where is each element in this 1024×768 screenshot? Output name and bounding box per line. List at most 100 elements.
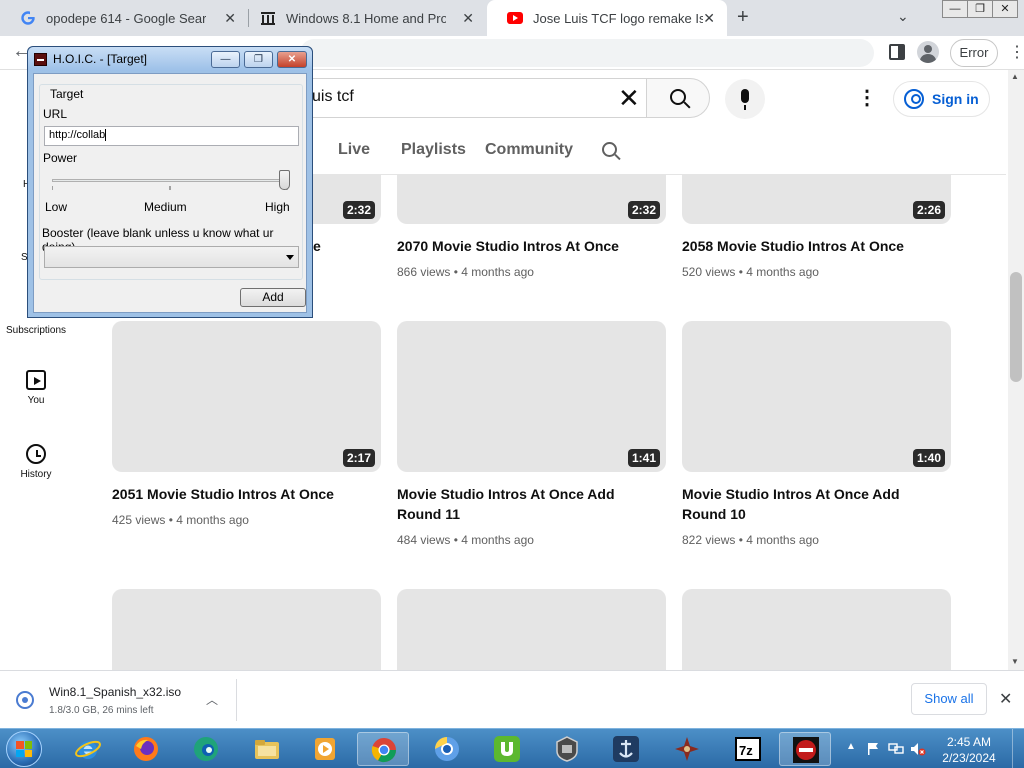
hoic-maximize-button[interactable]: ❐ xyxy=(244,51,273,68)
taskbar-app-game[interactable] xyxy=(661,732,713,766)
ie-icon xyxy=(74,735,102,763)
show-desktop-button[interactable] xyxy=(1012,729,1024,768)
tab-title: Windows 8.1 Home and Pro (x86 xyxy=(286,10,446,26)
taskbar: 7z ▲ 2:45 AM 2/23/2024 xyxy=(0,728,1024,768)
video-thumbnail[interactable]: 2:17 xyxy=(112,321,381,472)
video-thumbnail[interactable] xyxy=(397,589,666,670)
chrome-icon xyxy=(370,736,398,764)
power-high-label: High xyxy=(265,200,290,214)
taskbar-app-edge[interactable] xyxy=(180,732,232,766)
video-thumbnail[interactable] xyxy=(682,589,951,670)
taskbar-app-ie[interactable] xyxy=(62,732,114,766)
booster-dropdown[interactable] xyxy=(44,246,299,268)
video-title[interactable]: 2058 Movie Studio Intros At Once xyxy=(682,236,932,256)
divider xyxy=(236,679,237,721)
video-title[interactable]: Movie Studio Intros At Once Add Round 10 xyxy=(682,484,932,524)
scroll-up-arrow-icon[interactable]: ▲ xyxy=(1011,72,1019,81)
taskbar-app-firefox[interactable] xyxy=(120,732,172,766)
channel-search-icon[interactable] xyxy=(602,142,617,157)
windows-logo-icon xyxy=(16,741,32,757)
video-title[interactable]: Movie Studio Intros At Once Add Round 11 xyxy=(397,484,647,524)
power-slider-track[interactable] xyxy=(52,179,288,182)
url-value: http://collab xyxy=(49,129,106,141)
show-hidden-icons-icon[interactable]: ▲ xyxy=(846,741,856,752)
address-bar[interactable] xyxy=(300,39,874,67)
add-button[interactable]: Add xyxy=(240,288,306,307)
taskbar-app-chromium[interactable] xyxy=(421,732,473,766)
close-tab-icon[interactable]: ✕ xyxy=(462,10,474,27)
video-thumbnail[interactable]: 2:32 xyxy=(397,175,666,224)
action-center-flag-icon[interactable] xyxy=(866,742,880,756)
guide-item-you[interactable]: You xyxy=(0,370,72,406)
duration-badge: 1:41 xyxy=(627,449,660,467)
sign-in-button[interactable]: Sign in xyxy=(893,81,990,117)
chrome-menu-icon[interactable]: ⋮ xyxy=(1009,42,1024,62)
taskbar-clock[interactable]: 2:45 AM 2/23/2024 xyxy=(930,734,1008,766)
page-scrollbar[interactable]: ▲ ▼ xyxy=(1008,70,1024,670)
hoic-title-bar[interactable]: H.O.I.C. - [Target] — ❐ ✕ xyxy=(28,47,312,71)
taskbar-app-chrome[interactable] xyxy=(357,732,409,766)
taskbar-app-world-of-tanks[interactable] xyxy=(541,732,593,766)
voice-search-button[interactable] xyxy=(725,79,765,119)
taskbar-app-explorer[interactable] xyxy=(241,732,293,766)
close-window-button[interactable]: ✕ xyxy=(992,0,1018,18)
scroll-down-arrow-icon[interactable]: ▼ xyxy=(1011,657,1019,666)
guide-item-history[interactable]: History xyxy=(0,444,72,480)
side-panel-icon[interactable] xyxy=(889,44,905,60)
download-filename[interactable]: Win8.1_Spanish_x32.iso xyxy=(49,685,181,699)
video-meta: 520 views • 4 months ago xyxy=(682,265,819,279)
target-group-label: Target xyxy=(47,87,87,101)
tab-community[interactable]: Community xyxy=(485,141,573,159)
taskbar-app-world-of-warships[interactable] xyxy=(600,732,652,766)
video-thumbnail[interactable]: 1:41 xyxy=(397,321,666,472)
new-tab-icon[interactable]: + xyxy=(737,6,749,29)
clear-search-icon[interactable]: ✕ xyxy=(618,84,640,112)
tab-search-chevron-icon[interactable]: ⌄ xyxy=(897,8,909,25)
hoic-client-area: Target URL http://collab Power Low Mediu… xyxy=(33,73,307,313)
video-title[interactable]: e xyxy=(313,238,321,254)
guide-label: You xyxy=(27,395,45,406)
close-tab-icon[interactable]: ✕ xyxy=(224,10,236,27)
volume-muted-icon[interactable] xyxy=(910,742,926,756)
show-all-button[interactable]: Show all xyxy=(911,683,987,715)
tab-live[interactable]: Live xyxy=(338,141,370,159)
video-title[interactable]: 2051 Movie Studio Intros At Once xyxy=(112,484,362,504)
taskbar-app-hoic[interactable] xyxy=(779,732,831,766)
hoic-close-button[interactable]: ✕ xyxy=(277,51,307,68)
video-title[interactable]: 2070 Movie Studio Intros At Once xyxy=(397,236,647,256)
tab-windows-archive[interactable]: Windows 8.1 Home and Pro (x86 ✕ xyxy=(240,0,486,36)
video-thumbnail[interactable]: 1:40 xyxy=(682,321,951,472)
profile-avatar-icon[interactable] xyxy=(917,41,939,63)
network-icon[interactable] xyxy=(888,742,904,756)
microphone-icon xyxy=(741,89,749,110)
video-thumbnail[interactable]: 2:26 xyxy=(682,175,951,224)
power-slider-ticks xyxy=(52,186,288,190)
world-of-warships-icon xyxy=(612,735,640,763)
taskbar-app-7zip[interactable]: 7z xyxy=(722,732,774,766)
hoic-minimize-button[interactable]: — xyxy=(211,51,240,68)
guide-item-subscriptions[interactable]: Subscriptions xyxy=(0,325,72,336)
url-input[interactable]: http://collab xyxy=(44,126,299,146)
taskbar-app-media-player[interactable] xyxy=(299,732,351,766)
minimize-button[interactable]: — xyxy=(942,0,968,18)
taskbar-app-utorrent[interactable] xyxy=(481,732,533,766)
profile-error-button[interactable]: Error xyxy=(950,39,998,67)
video-thumbnail[interactable] xyxy=(112,589,381,670)
more-options-icon[interactable]: ⋮ xyxy=(857,86,877,110)
tab-google-search[interactable]: opodepe 614 - Google Search ✕ xyxy=(0,0,248,36)
scrollbar-thumb[interactable] xyxy=(1010,272,1022,382)
duration-badge: 2:32 xyxy=(342,201,375,219)
guide-label: Subscriptions xyxy=(5,325,67,336)
close-downloads-icon[interactable]: ✕ xyxy=(999,689,1012,709)
close-tab-icon[interactable]: ✕ xyxy=(703,10,715,27)
start-button[interactable] xyxy=(6,731,42,767)
power-slider-thumb[interactable] xyxy=(279,170,290,190)
restore-button[interactable]: ❐ xyxy=(967,0,993,18)
clock-time: 2:45 AM xyxy=(946,735,992,749)
youtube-search-button[interactable] xyxy=(646,78,710,118)
video-meta: 822 views • 4 months ago xyxy=(682,533,819,547)
tab-youtube-active[interactable]: Jose Luis TCF logo remake Is Bac ✕ xyxy=(487,0,727,36)
tab-playlists[interactable]: Playlists xyxy=(401,141,466,159)
chevron-up-icon[interactable]: ︿ xyxy=(206,691,218,708)
power-low-label: Low xyxy=(45,200,68,214)
